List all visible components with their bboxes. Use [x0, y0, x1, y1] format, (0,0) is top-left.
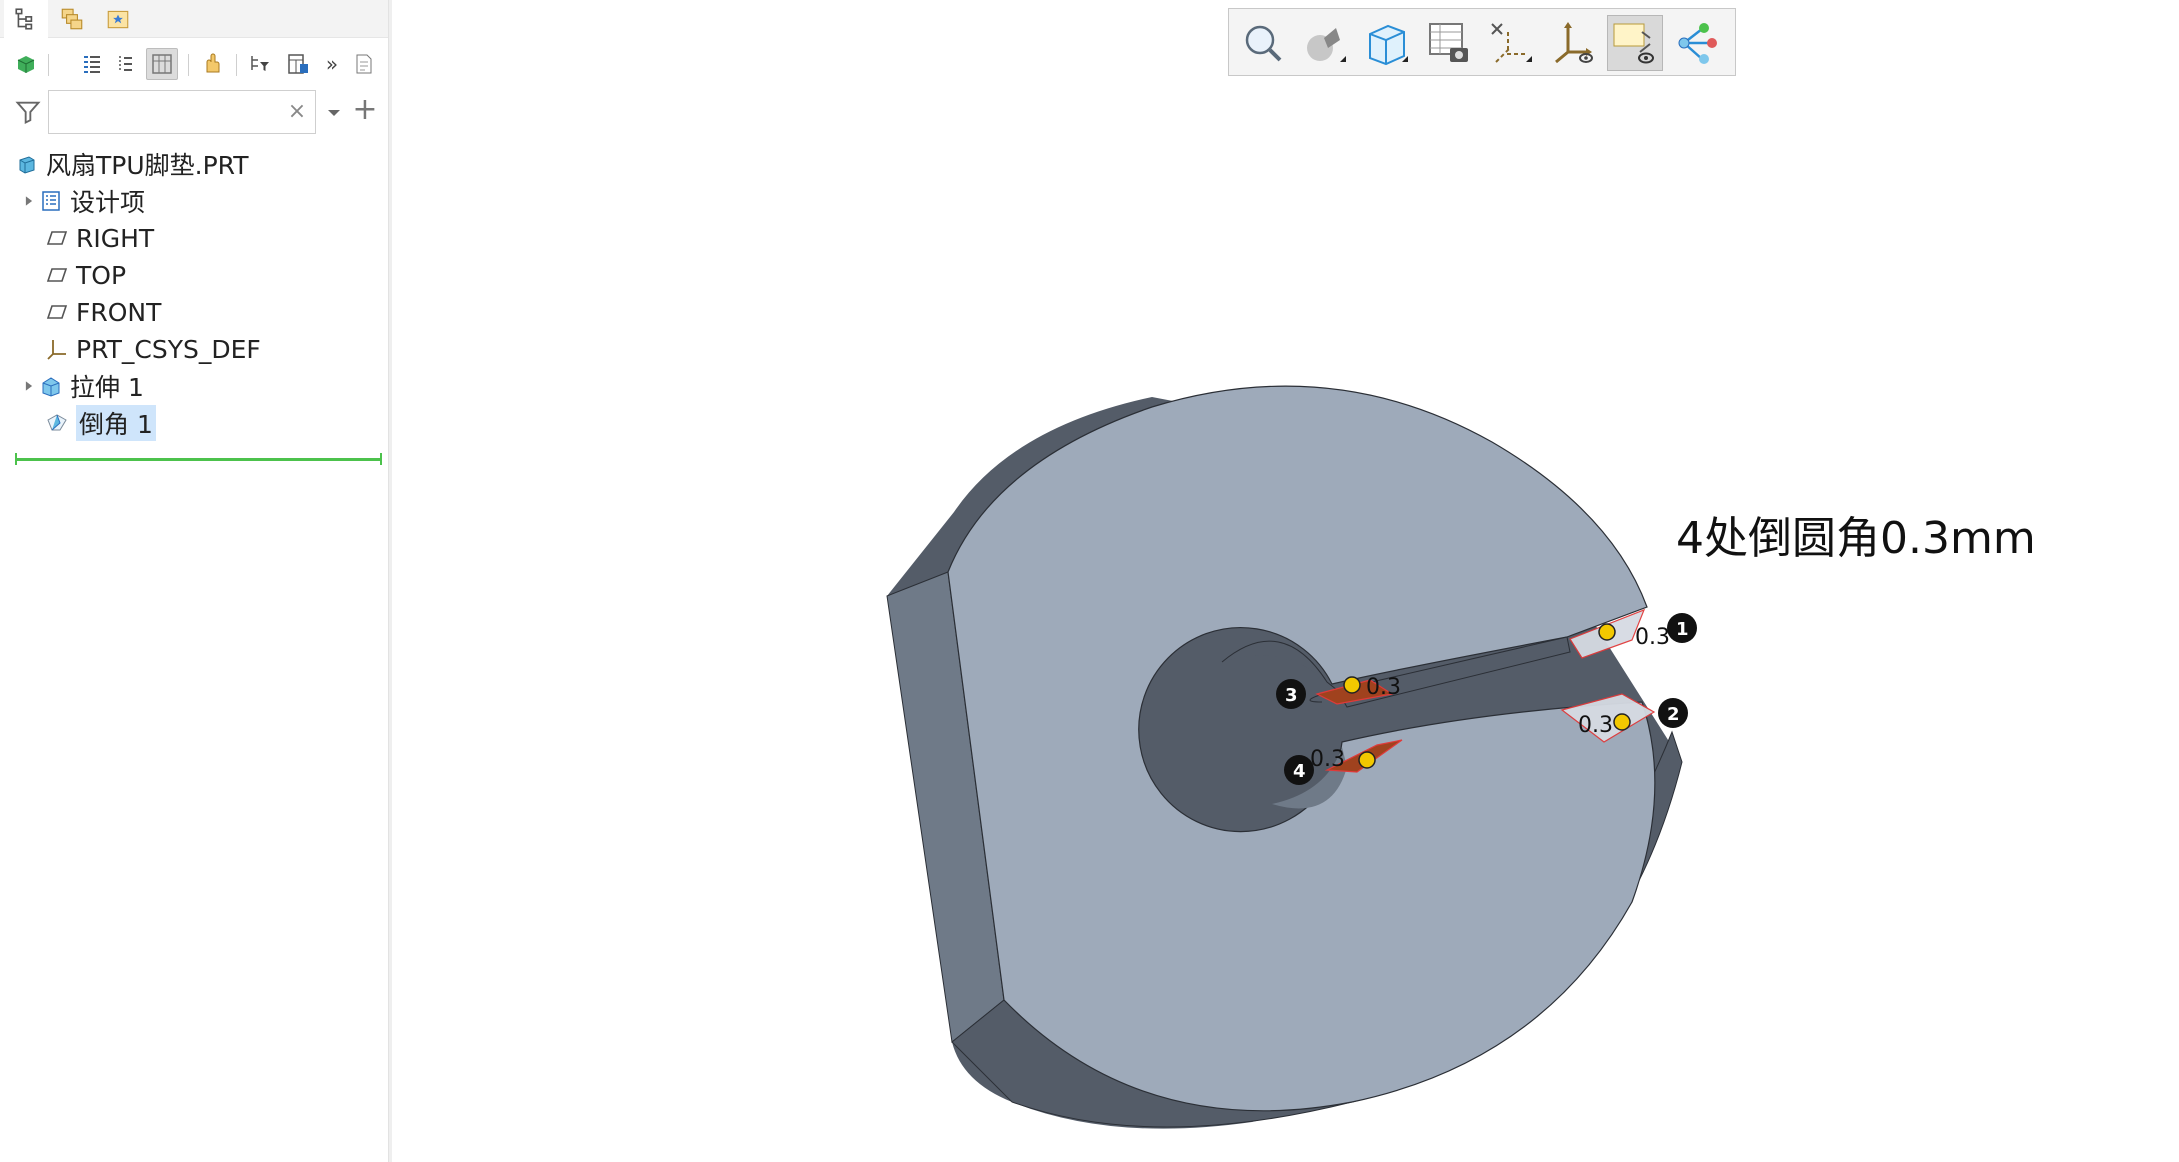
- expand-arrow-icon[interactable]: [20, 192, 38, 210]
- tree-node-label: RIGHT: [76, 223, 155, 253]
- tree-node-part[interactable]: 风扇TPU脚垫.PRT: [14, 146, 249, 182]
- callout-4: 4: [1284, 755, 1314, 785]
- tree-node-label: 拉伸 1: [70, 373, 144, 402]
- add-filter-button[interactable]: +: [350, 95, 380, 126]
- tree-expand-button[interactable]: [110, 48, 142, 80]
- filter-tree-button[interactable]: [244, 48, 276, 80]
- tree-node-extrude[interactable]: 拉伸 1: [20, 368, 144, 404]
- document-icon: [356, 54, 372, 74]
- datum-plane-icon: [44, 299, 70, 325]
- saved-views-button[interactable]: [1421, 15, 1477, 71]
- table-icon: [152, 54, 172, 74]
- part-button[interactable]: [10, 48, 42, 80]
- drag-handle-3[interactable]: [1343, 676, 1361, 694]
- search-box: ×: [48, 90, 316, 134]
- expand-arrow-icon[interactable]: [20, 377, 38, 395]
- layers-tab[interactable]: [50, 0, 94, 38]
- settings-button[interactable]: [282, 48, 314, 80]
- design-items-icon: [38, 188, 64, 214]
- part-icon: [17, 56, 35, 73]
- tree-node-label: FRONT: [76, 297, 162, 327]
- hand-button[interactable]: [196, 48, 228, 80]
- tree-node-chamfer[interactable]: 倒角 1: [44, 405, 156, 441]
- csys-display-icon: [1555, 22, 1593, 64]
- filter-row: × +: [0, 90, 388, 134]
- search-input[interactable]: [55, 97, 287, 127]
- tree-toolbar: »: [0, 44, 388, 84]
- hand-icon: [206, 53, 220, 73]
- csys-icon: [44, 336, 70, 362]
- drag-handle-4[interactable]: [1358, 751, 1376, 769]
- filter-icon[interactable]: [14, 98, 42, 126]
- dim-value-1[interactable]: 0.3: [1635, 625, 1670, 650]
- model-view: 0.3 0.3 0.3 0.3 1 2 3 4: [886, 385, 1697, 1129]
- part-icon: [14, 151, 40, 177]
- annotation-display-icon: [1613, 23, 1654, 64]
- annotation-display-button[interactable]: [1607, 15, 1663, 71]
- clear-search-button[interactable]: ×: [285, 99, 309, 125]
- drag-handle-2[interactable]: [1613, 713, 1631, 731]
- navigator-tabs: [0, 0, 388, 38]
- tree-node-right[interactable]: RIGHT: [44, 220, 154, 256]
- document-button[interactable]: [348, 48, 380, 80]
- callout-1: 1: [1667, 613, 1697, 643]
- spin-center-icon: [1678, 23, 1717, 64]
- annotation-note: 4处倒圆角0.3mm: [1676, 513, 2036, 564]
- shading-button[interactable]: [1297, 15, 1353, 71]
- graphics-toolbar: [1228, 8, 1736, 76]
- drag-handle-1[interactable]: [1598, 623, 1616, 641]
- spin-center-button[interactable]: [1669, 15, 1725, 71]
- tree-node-design-items[interactable]: 设计项: [20, 183, 145, 219]
- datum-plane-icon: [44, 262, 70, 288]
- svg-text:2: 2: [1667, 704, 1680, 725]
- datum-display-button[interactable]: [1483, 15, 1539, 71]
- zoom-icon: [1245, 25, 1282, 62]
- tree-node-top[interactable]: TOP: [44, 257, 126, 293]
- datum-display-icon: [1491, 23, 1532, 63]
- model-tree-icon: [15, 8, 33, 30]
- tree-node-front[interactable]: FRONT: [44, 294, 161, 330]
- datum-plane-icon: [44, 225, 70, 251]
- navigator-panel: » × + 风扇TPU脚垫.PRT 设计项 RIGHT TOP FRONT PR…: [0, 0, 392, 1162]
- tree-node-label: 风扇TPU脚垫.PRT: [46, 151, 249, 180]
- callout-2: 2: [1658, 698, 1688, 728]
- dim-value-4[interactable]: 0.3: [1310, 747, 1345, 772]
- tree-node-label: PRT_CSYS_DEF: [76, 334, 261, 364]
- view-cube-icon: [1369, 24, 1408, 66]
- svg-text:4: 4: [1293, 761, 1306, 782]
- insert-here-marker[interactable]: [15, 453, 382, 465]
- svg-text:1: 1: [1676, 619, 1689, 640]
- more-button[interactable]: »: [316, 48, 348, 80]
- tree-node-csys[interactable]: PRT_CSYS_DEF: [44, 331, 261, 367]
- chevron-down-icon[interactable]: [324, 100, 344, 124]
- dim-value-2[interactable]: 0.3: [1578, 713, 1613, 738]
- settings-icon: [288, 54, 308, 74]
- app-window: » × + 风扇TPU脚垫.PRT 设计项 RIGHT TOP FRONT PR…: [0, 0, 2179, 1162]
- model-tree-tab[interactable]: [4, 0, 48, 38]
- tree-node-label: 倒角 1: [76, 405, 156, 441]
- tree-node-label: TOP: [76, 260, 127, 290]
- star-folder-icon: [107, 10, 129, 29]
- chamfer-icon: [44, 410, 70, 436]
- zoom-button[interactable]: [1235, 15, 1291, 71]
- csys-display-button[interactable]: [1545, 15, 1601, 71]
- filter-tree-icon: [251, 56, 269, 71]
- layers-icon: [61, 8, 83, 30]
- tree-node-label: 设计项: [70, 188, 146, 217]
- shading-icon: [1307, 28, 1346, 62]
- callout-3: 3: [1276, 679, 1306, 709]
- favorites-tab[interactable]: [96, 0, 140, 38]
- tree-columns-icon: [84, 56, 100, 73]
- svg-text:3: 3: [1285, 685, 1298, 706]
- view-cube-button[interactable]: [1359, 15, 1415, 71]
- table-button[interactable]: [146, 48, 178, 80]
- tree-columns-button[interactable]: [76, 48, 108, 80]
- dim-value-3[interactable]: 0.3: [1366, 675, 1401, 700]
- graphics-viewport[interactable]: 0.3 0.3 0.3 0.3 1 2 3 4: [392, 82, 2179, 1162]
- saved-views-icon: [1429, 23, 1468, 62]
- tree-expand-icon: [119, 56, 132, 72]
- extrude-icon: [38, 373, 64, 399]
